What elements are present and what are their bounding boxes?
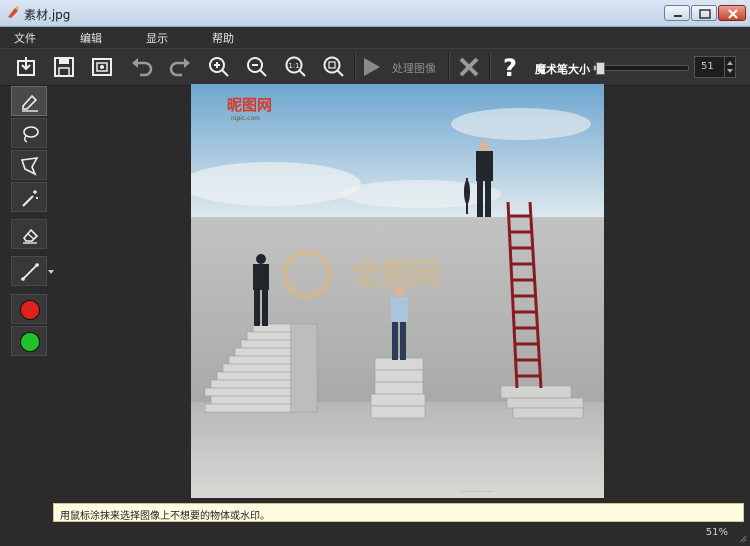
eraser-tool-button[interactable]	[11, 219, 47, 249]
zoom-fit-icon	[323, 56, 344, 77]
app-icon	[8, 6, 19, 18]
brush-size-slider[interactable]	[593, 62, 689, 75]
open-button[interactable]	[12, 53, 40, 81]
redo-icon	[169, 58, 190, 77]
menu-help[interactable]: 帮助	[212, 30, 234, 46]
zoom-out-icon	[247, 57, 267, 77]
open-icon	[17, 57, 35, 76]
lasso-icon	[23, 126, 39, 143]
photo-illustration: 全图网 昵图网 nipic.com ........ ........ ....…	[191, 84, 604, 498]
cancel-button[interactable]	[455, 53, 483, 81]
hint-text: 用鼠标涂抹来选择图像上不想要的物体或水印。	[60, 511, 270, 522]
menu-edit[interactable]: 编辑	[80, 30, 102, 46]
brush-size-label: 魔术笔大小	[535, 63, 590, 76]
polygon-lasso-tool-button[interactable]	[11, 150, 47, 180]
zoom-in-button[interactable]	[205, 53, 233, 81]
redo-button[interactable]	[166, 53, 194, 81]
line-icon	[21, 263, 39, 281]
image-canvas[interactable]: 全图网 昵图网 nipic.com ........ ........ ....…	[191, 84, 604, 498]
hint-bar: 用鼠标涂抹来选择图像上不想要的物体或水印。	[53, 503, 744, 522]
line-tool-button[interactable]	[11, 256, 47, 286]
marker-tool-button[interactable]	[11, 86, 47, 116]
svg-text:全图网: 全图网	[350, 257, 441, 292]
brush-size-value: 51	[701, 61, 714, 72]
polygon-lasso-icon	[20, 156, 39, 176]
spin-arrows[interactable]	[724, 57, 735, 77]
cancel-x-icon	[459, 57, 479, 77]
green-color-swatch	[20, 332, 40, 352]
help-button[interactable]: ?	[496, 53, 524, 82]
zoom-out-button[interactable]	[243, 53, 271, 81]
red-color-button[interactable]	[11, 294, 47, 324]
undo-icon	[132, 58, 153, 77]
photo-credit: ........ ........ ........	[461, 488, 494, 493]
photo-logo-text: 昵图网	[227, 96, 272, 114]
photo-logo-sub: nipic.com	[231, 115, 260, 122]
export-icon	[92, 58, 112, 76]
tool-sidebar	[8, 86, 54, 356]
process-image-label: 处理图像	[392, 62, 436, 75]
magic-wand-icon	[22, 190, 38, 207]
brush-size-spinbox[interactable]: 51	[694, 56, 736, 78]
close-button[interactable]	[718, 5, 746, 21]
toolbar: 1:1 处理图像 ? 魔术笔大小 51	[0, 48, 750, 86]
toolbar-separator	[354, 53, 356, 81]
svg-text:1:1: 1:1	[288, 62, 299, 70]
maximize-button[interactable]	[691, 5, 717, 21]
menu-bar: 文件 编辑 显示 帮助	[0, 27, 750, 47]
menu-file[interactable]: 文件	[14, 30, 36, 46]
spin-up-down-icon	[727, 61, 733, 73]
save-button[interactable]	[50, 53, 78, 81]
marker-pen-icon	[22, 94, 38, 112]
svg-text:?: ?	[503, 54, 517, 81]
lasso-tool-button[interactable]	[11, 118, 47, 148]
fit-window-button[interactable]	[320, 53, 348, 81]
menu-view[interactable]: 显示	[146, 30, 168, 46]
window-title: 素材.jpg	[24, 8, 71, 22]
process-image-button[interactable]: 处理图像	[358, 53, 444, 81]
zoom-in-icon	[209, 57, 229, 77]
help-icon: ?	[503, 54, 517, 82]
zoom-actual-icon: 1:1	[285, 56, 306, 77]
zoom-level: 51%	[705, 527, 728, 538]
magic-wand-tool-button[interactable]	[11, 182, 47, 212]
save-icon	[54, 57, 74, 77]
resize-grip-icon[interactable]	[737, 533, 747, 543]
eraser-icon	[22, 228, 39, 244]
toolbar-separator	[489, 53, 491, 81]
minimize-button[interactable]	[664, 5, 690, 21]
play-icon	[364, 58, 380, 76]
undo-button[interactable]	[128, 53, 156, 81]
save-as-button[interactable]	[88, 53, 116, 81]
red-color-swatch	[20, 300, 40, 320]
green-color-button[interactable]	[11, 326, 47, 356]
actual-size-button[interactable]: 1:1	[282, 53, 310, 81]
toolbar-separator	[448, 53, 450, 81]
brush-size-slider-thumb[interactable]	[595, 62, 605, 75]
title-bar: 素材.jpg	[0, 0, 750, 27]
